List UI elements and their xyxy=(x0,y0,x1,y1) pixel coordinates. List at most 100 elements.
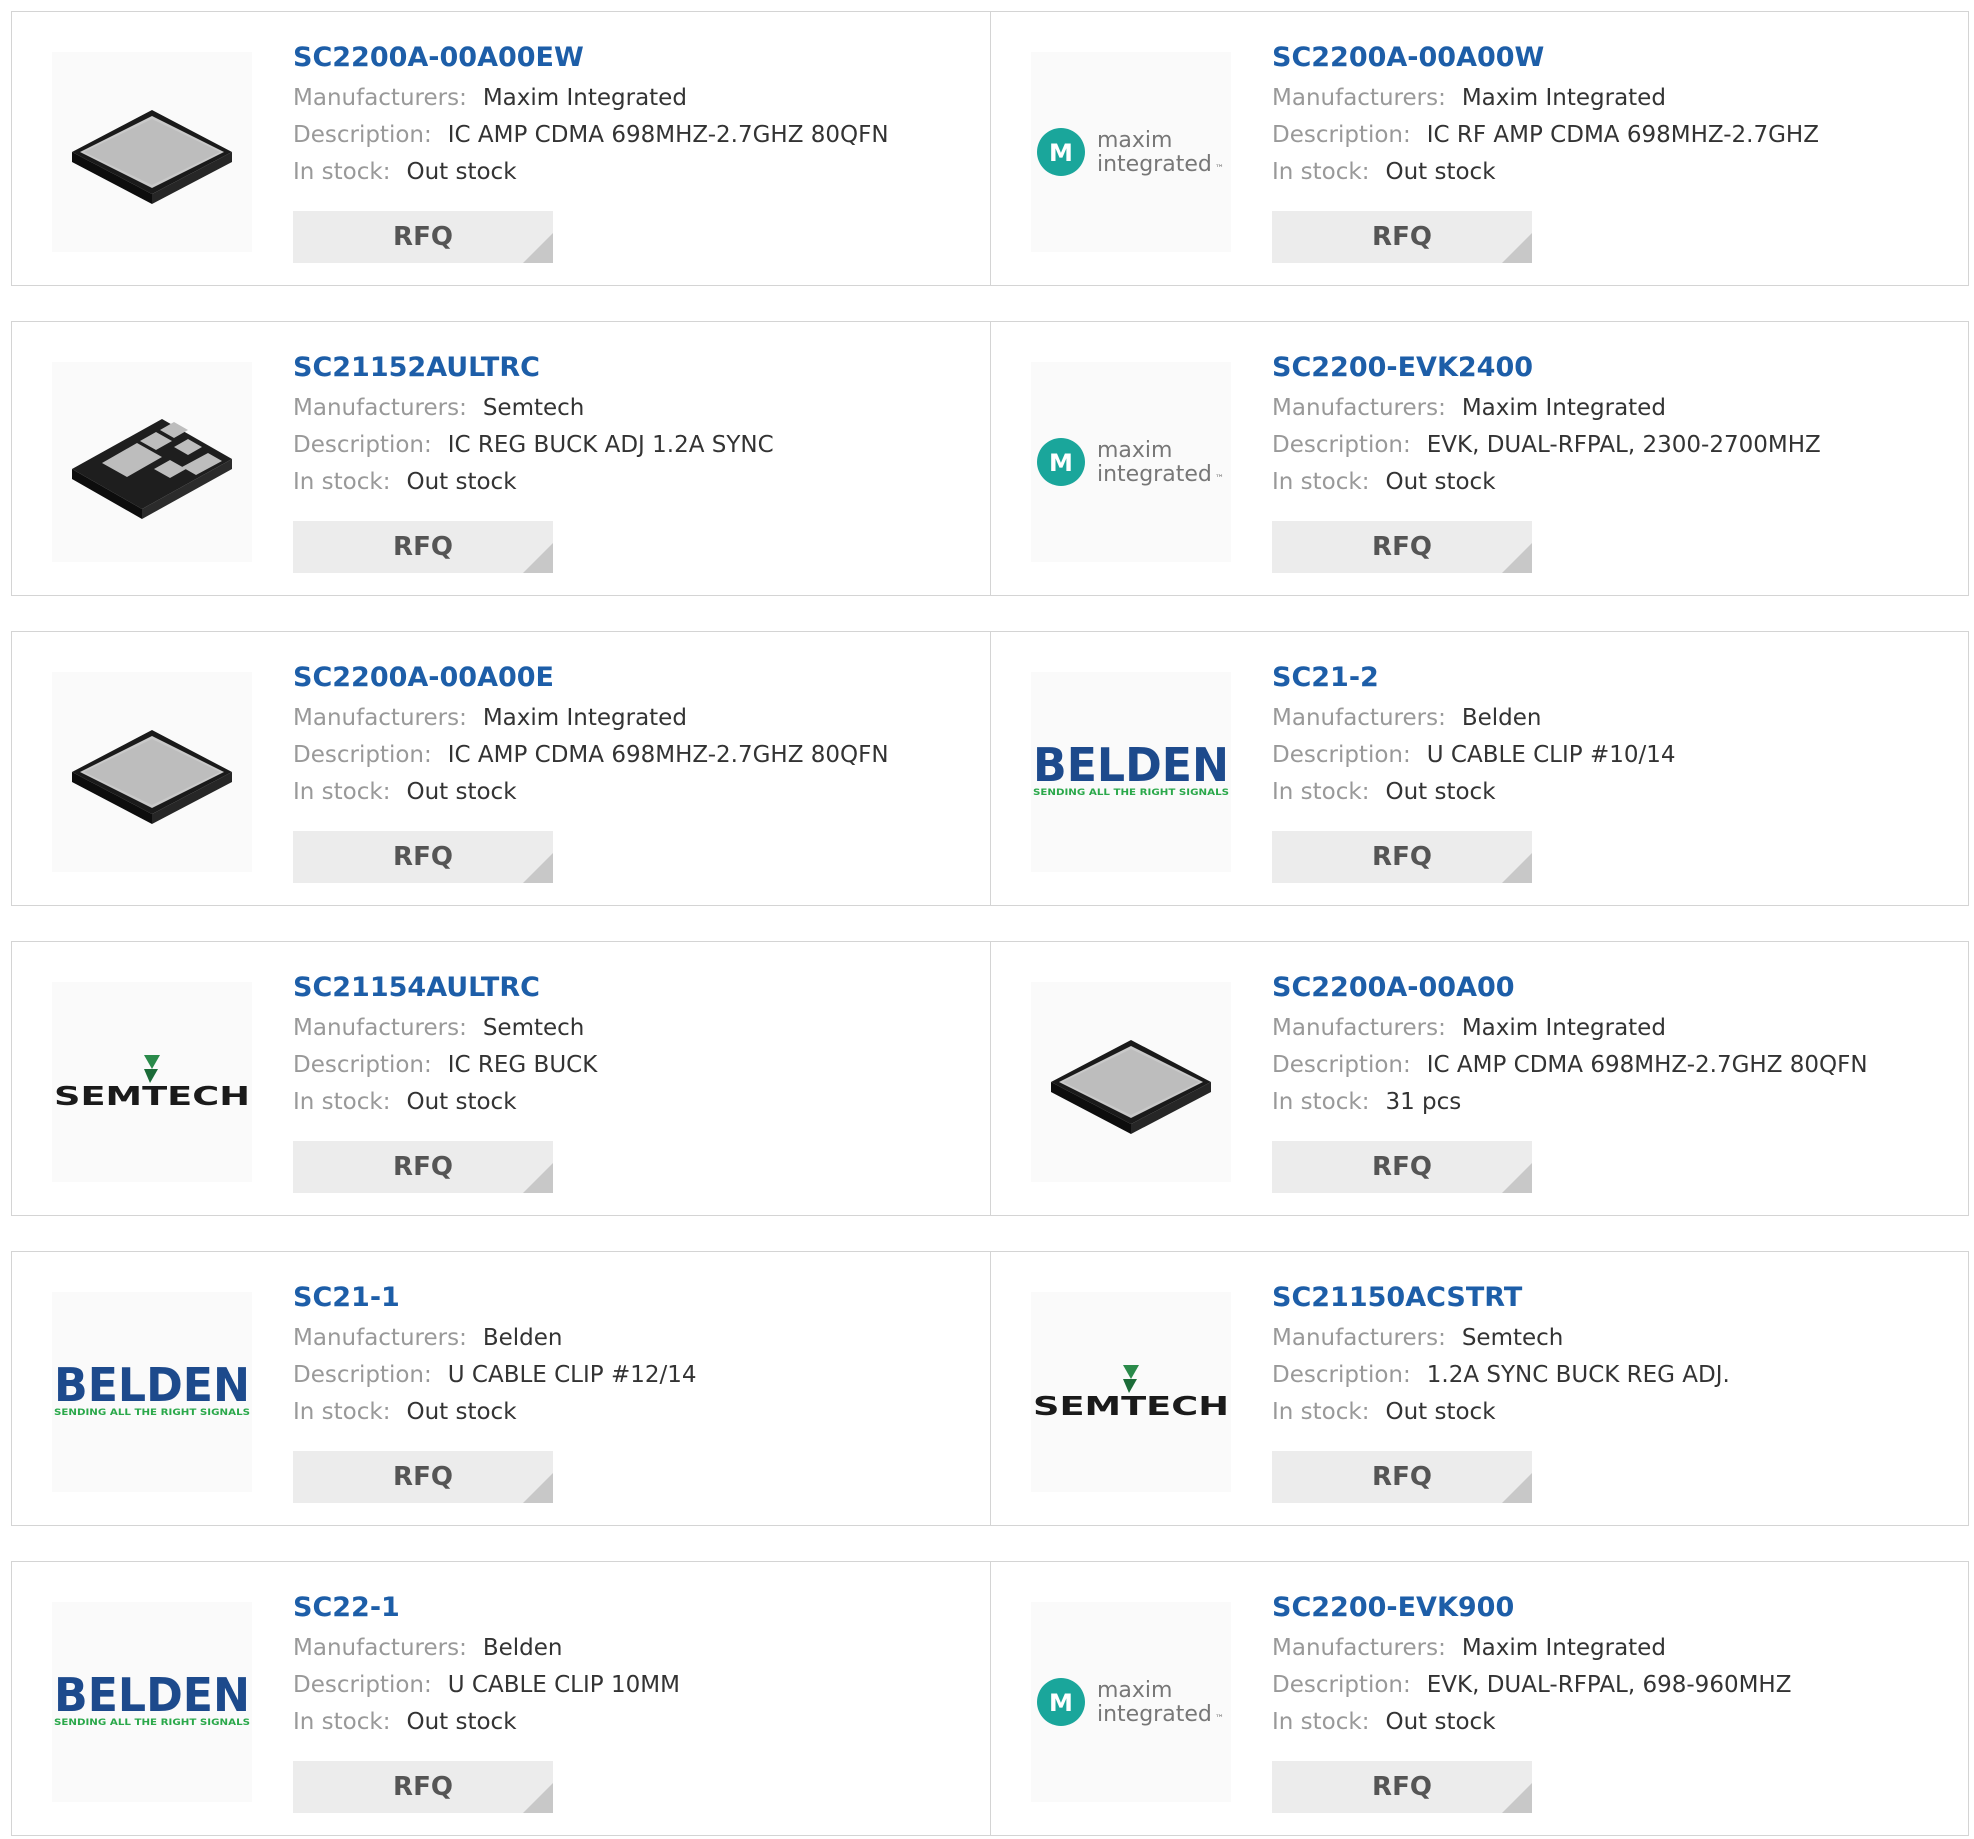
product-image[interactable]: Mmaxim integrated ™ xyxy=(1031,1602,1231,1802)
description-row: Description: IC REG BUCK xyxy=(293,1047,973,1084)
part-number-link[interactable]: SC2200A-00A00EW xyxy=(293,42,973,74)
qfn-chip-icon xyxy=(72,110,232,204)
manufacturer-label: Manufacturers: xyxy=(1272,1635,1446,1661)
rfq-button[interactable]: RFQ xyxy=(293,1141,553,1193)
corner-triangle-icon xyxy=(1502,233,1532,263)
product-image[interactable] xyxy=(52,52,252,252)
manufacturer-value: Maxim Integrated xyxy=(1461,85,1666,111)
part-number-link[interactable]: SC2200-EVK2400 xyxy=(1272,352,1952,384)
product-image[interactable] xyxy=(52,672,252,872)
dfn-chip-icon xyxy=(72,419,232,519)
product-image[interactable]: BELDEN SENDING ALL THE RIGHT SIGNALS xyxy=(52,1602,252,1802)
stock-row: In stock: Out stock xyxy=(1272,464,1952,501)
manufacturer-row: Manufacturers: Maxim Integrated xyxy=(293,700,973,737)
manufacturer-row: Manufacturers: Semtech xyxy=(293,1010,973,1047)
rfq-button[interactable]: RFQ xyxy=(293,1451,553,1503)
product-card: Mmaxim integrated ™ SC2200-EVK2400 Manufac… xyxy=(990,322,1968,595)
manufacturer-value: Maxim Integrated xyxy=(1461,1015,1666,1041)
corner-triangle-icon xyxy=(1502,1473,1532,1503)
product-card: SC2200A-00A00E Manufacturers: Maxim Integ… xyxy=(12,632,990,905)
product-card: BELDEN SENDING ALL THE RIGHT SIGNALS SC21… xyxy=(12,1252,990,1525)
product-image[interactable]: Mmaxim integrated ™ xyxy=(1031,362,1231,562)
rfq-button[interactable]: RFQ xyxy=(293,831,553,883)
part-number-link[interactable]: SC2200A-00A00W xyxy=(1272,42,1952,74)
rfq-label: RFQ xyxy=(1372,532,1432,562)
svg-text:SENDING ALL THE RIGHT SIGNALS: SENDING ALL THE RIGHT SIGNALS xyxy=(54,1718,250,1728)
stock-value: Out stock xyxy=(1385,469,1496,495)
rfq-button[interactable]: RFQ xyxy=(1272,211,1532,263)
maxim-logo-icon: Mmaximintegrated ™ xyxy=(1037,1678,1224,1727)
description-value: IC AMP CDMA 698MHZ-2.7GHZ 80QFN xyxy=(1426,1052,1868,1078)
manufacturer-value: Belden xyxy=(482,1325,563,1351)
rfq-button[interactable]: RFQ xyxy=(1272,1451,1532,1503)
semtech-logo-icon: SEMTECH xyxy=(54,1055,250,1112)
part-number-link[interactable]: SC2200A-00A00 xyxy=(1272,972,1952,1004)
part-number-link[interactable]: SC2200-EVK900 xyxy=(1272,1592,1952,1624)
rfq-button[interactable]: RFQ xyxy=(1272,1761,1532,1813)
part-number-link[interactable]: SC21154AULTRC xyxy=(293,972,973,1004)
stock-row: In stock: Out stock xyxy=(1272,1394,1952,1431)
stock-value: Out stock xyxy=(1385,159,1496,185)
product-row: SC21152AULTRC Manufacturers: Semtech Desc… xyxy=(11,321,1969,596)
stock-value: Out stock xyxy=(406,469,517,495)
manufacturer-label: Manufacturers: xyxy=(1272,1325,1446,1351)
rfq-button[interactable]: RFQ xyxy=(293,1761,553,1813)
manufacturer-row: Manufacturers: Belden xyxy=(1272,700,1952,737)
product-card: BELDEN SENDING ALL THE RIGHT SIGNALS SC22… xyxy=(12,1562,990,1835)
stock-row: In stock: Out stock xyxy=(293,1084,973,1121)
description-label: Description: xyxy=(1272,1672,1411,1698)
description-label: Description: xyxy=(293,1362,432,1388)
part-number-link[interactable]: SC21152AULTRC xyxy=(293,352,973,384)
stock-label: In stock: xyxy=(1272,1399,1370,1425)
product-row: BELDEN SENDING ALL THE RIGHT SIGNALS SC22… xyxy=(11,1561,1969,1836)
rfq-button[interactable]: RFQ xyxy=(293,211,553,263)
part-number-link[interactable]: SC21-2 xyxy=(1272,662,1952,694)
part-number-link[interactable]: SC22-1 xyxy=(293,1592,973,1624)
svg-text:SEMTECH: SEMTECH xyxy=(1033,1392,1229,1422)
rfq-button[interactable]: RFQ xyxy=(293,521,553,573)
stock-value: Out stock xyxy=(406,1089,517,1115)
part-number-link[interactable]: SC21150ACSTRT xyxy=(1272,1282,1952,1314)
manufacturer-row: Manufacturers: Belden xyxy=(293,1320,973,1357)
part-number-link[interactable]: SC2200A-00A00E xyxy=(293,662,973,694)
description-label: Description: xyxy=(293,1052,432,1078)
rfq-button[interactable]: RFQ xyxy=(1272,831,1532,883)
corner-triangle-icon xyxy=(1502,853,1532,883)
rfq-label: RFQ xyxy=(393,222,453,252)
rfq-button[interactable]: RFQ xyxy=(1272,521,1532,573)
product-info: SC2200A-00A00W Manufacturers: Maxim Integ… xyxy=(1272,42,1952,191)
stock-label: In stock: xyxy=(293,469,391,495)
product-image[interactable] xyxy=(52,362,252,562)
corner-triangle-icon xyxy=(1502,1163,1532,1193)
product-info: SC21-1 Manufacturers: Belden Description:… xyxy=(293,1282,973,1431)
rfq-label: RFQ xyxy=(1372,1152,1432,1182)
product-image[interactable]: Mmaxim integrated ™ xyxy=(1031,52,1231,252)
product-image[interactable]: BELDEN SENDING ALL THE RIGHT SIGNALS xyxy=(52,1292,252,1492)
rfq-label: RFQ xyxy=(393,1772,453,1802)
svg-text:M: M xyxy=(1049,1689,1073,1717)
svg-text:maxim: maxim xyxy=(1097,438,1172,463)
description-row: Description: U CABLE CLIP #10/14 xyxy=(1272,737,1952,774)
rfq-label: RFQ xyxy=(1372,1462,1432,1492)
product-card: Mmaxim integrated ™ SC2200A-00A00W Manufac… xyxy=(990,12,1968,285)
description-value: EVK, DUAL-RFPAL, 698-960MHZ xyxy=(1426,1672,1792,1698)
corner-triangle-icon xyxy=(523,1473,553,1503)
corner-triangle-icon xyxy=(523,233,553,263)
description-row: Description: U CABLE CLIP 10MM xyxy=(293,1667,973,1704)
belden-logo-icon: BELDENSENDING ALL THE RIGHT SIGNALS xyxy=(54,1668,250,1728)
description-value: 1.2A SYNC BUCK REG ADJ. xyxy=(1426,1362,1730,1388)
product-card: SC2200A-00A00EW Manufacturers: Maxim Inte… xyxy=(12,12,990,285)
stock-row: In stock: Out stock xyxy=(1272,1704,1952,1741)
product-image[interactable] xyxy=(1031,982,1231,1182)
stock-value: 31 pcs xyxy=(1385,1089,1462,1115)
product-info: SC21-2 Manufacturers: Belden Description:… xyxy=(1272,662,1952,811)
product-image[interactable]: SEMTECH xyxy=(1031,1292,1231,1492)
stock-row: In stock: Out stock xyxy=(293,464,973,501)
product-image[interactable]: SEMTECH xyxy=(52,982,252,1182)
product-card: SEMTECH SC21150ACSTRT Manufacturers: Semt… xyxy=(990,1252,1968,1525)
description-label: Description: xyxy=(1272,1362,1411,1388)
rfq-button[interactable]: RFQ xyxy=(1272,1141,1532,1193)
product-info: SC2200A-00A00EW Manufacturers: Maxim Inte… xyxy=(293,42,973,191)
product-image[interactable]: BELDEN SENDING ALL THE RIGHT SIGNALS xyxy=(1031,672,1231,872)
part-number-link[interactable]: SC21-1 xyxy=(293,1282,973,1314)
